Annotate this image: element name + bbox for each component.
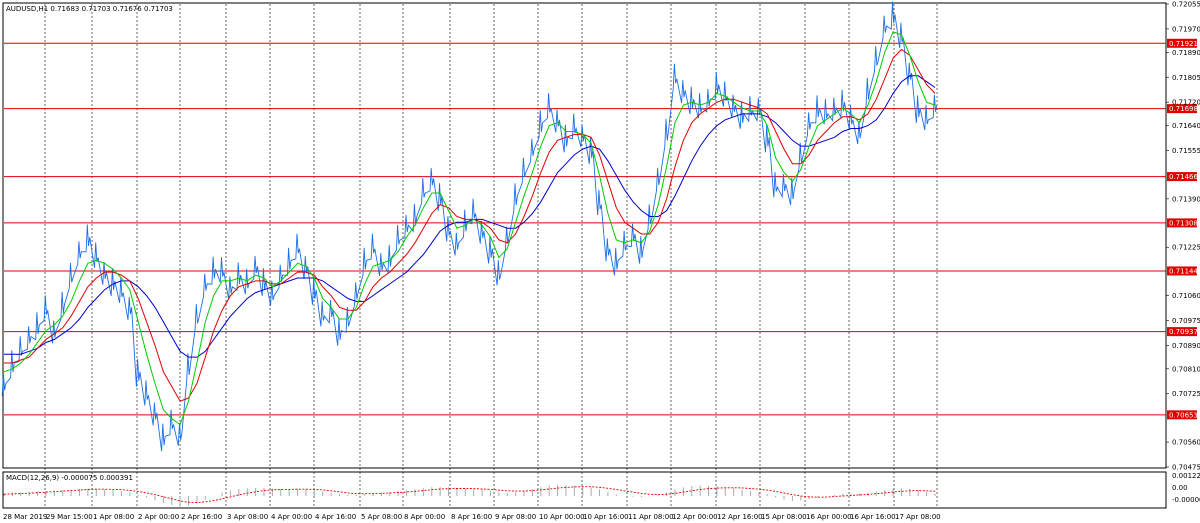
price-label: 0.70560 (1172, 439, 1200, 447)
time-label: 28 Mar 2019 (3, 513, 47, 521)
level-label: 0.70937 (1169, 328, 1198, 336)
price-label: 0.71390 (1172, 195, 1200, 203)
level-label: 0.71921 (1169, 40, 1198, 48)
time-label: 10 Apr 16:00 (583, 513, 629, 521)
time-label: 3 Apr 08:00 (227, 513, 268, 521)
time-label: 2 Apr 00:00 (138, 513, 179, 521)
time-label: 12 Apr 00:00 (672, 513, 718, 521)
time-label: 12 Apr 16:00 (717, 513, 763, 521)
level-label: 0.70653 (1169, 411, 1198, 419)
macd-title: MACD(12,26,9) -0.000075 0.000391 (6, 474, 133, 482)
level-label: 0.71466 (1169, 173, 1198, 181)
price-label: 0.71225 (1172, 244, 1200, 252)
macd-axis-label: 0.001228 (1172, 472, 1200, 480)
time-label: 4 Apr 16:00 (315, 513, 356, 521)
macd-axis-label: -0.000000 (1172, 496, 1200, 504)
time-label: 15 Apr 08:00 (761, 513, 807, 521)
chart-title: AUDUSD,H1 0.71683 0.71703 0.71676 0.7170… (6, 5, 173, 13)
time-label: 9 Apr 08:00 (495, 513, 536, 521)
time-label: 4 Apr 00:00 (271, 513, 312, 521)
time-label: 5 Apr 08:00 (361, 513, 402, 521)
price-label: 0.70890 (1172, 342, 1200, 350)
time-label: 16 Apr 00:00 (806, 513, 852, 521)
level-label: 0.71308 (1169, 219, 1198, 227)
price-label: 0.70475 (1172, 464, 1200, 472)
price-label: 0.70975 (1172, 317, 1200, 325)
price-label: 0.72055 (1172, 1, 1200, 9)
price-label: 0.70810 (1172, 365, 1200, 373)
time-label: 11 Apr 08:00 (628, 513, 674, 521)
time-label: 2 Apr 16:00 (181, 513, 222, 521)
price-label: 0.71890 (1172, 49, 1200, 57)
price-chart[interactable]: 0.719210.716980.714660.713080.711440.709… (0, 0, 1200, 523)
level-label: 0.71144 (1169, 267, 1198, 275)
price-label: 0.71555 (1172, 147, 1200, 155)
time-label: 1 Apr 08:00 (93, 513, 134, 521)
price-label: 0.71805 (1172, 74, 1200, 82)
price-label: 0.71060 (1172, 292, 1200, 300)
price-label: 0.71640 (1172, 122, 1200, 130)
time-label: 29 Mar 15:00 (46, 513, 93, 521)
macd-axis-label: 0.00 (1172, 484, 1188, 492)
price-label: 0.71720 (1172, 99, 1200, 107)
price-label: 0.71970 (1172, 25, 1200, 33)
time-label: 8 Apr 16:00 (451, 513, 492, 521)
price-label: 0.70725 (1172, 390, 1200, 398)
time-label: 17 Apr 08:00 (895, 513, 941, 521)
time-axis: 28 Mar 201929 Mar 15:00 1 Apr 08:00 2 Apr … (3, 513, 941, 521)
time-label: 16 Apr 16:00 (850, 513, 896, 521)
time-label: 8 Apr 00:00 (404, 513, 445, 521)
time-label: 10 Apr 00:00 (539, 513, 585, 521)
